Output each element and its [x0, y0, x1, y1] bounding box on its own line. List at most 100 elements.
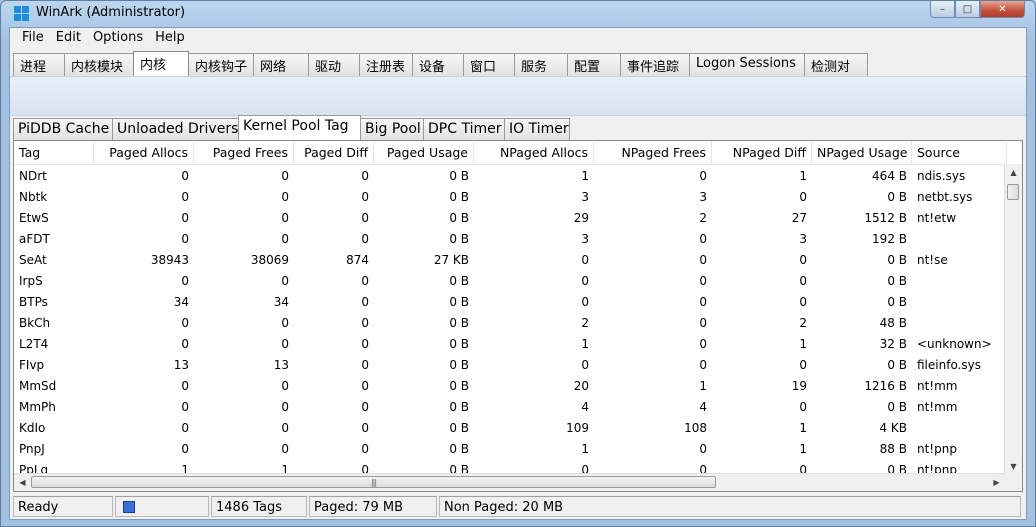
table-row[interactable]: EtwS 0 0 0 0 B 29 2 27 1512 B nt!etw [14, 207, 1007, 228]
main-tab-7[interactable]: 设备 [412, 53, 464, 76]
sub-tab-unloaded-drivers[interactable]: Unloaded Drivers [112, 118, 239, 140]
cell-paged-frees: 0 [281, 442, 289, 456]
table-row[interactable]: KdIo 0 0 0 0 B 109 108 1 4 KB [14, 417, 1007, 438]
cell-npaged-allocs: 109 [566, 421, 589, 435]
main-tab-1[interactable]: 内核模块 [64, 53, 134, 76]
vertical-scrollbar[interactable]: ▲ ▼ [1004, 164, 1022, 475]
sub-tab-kernel-pool-tag[interactable]: Kernel Pool Tag [238, 115, 361, 140]
main-tab-4[interactable]: 网络 [253, 53, 309, 76]
main-tab-12[interactable]: Logon Sessions [689, 53, 805, 76]
column-header-npaged-usage[interactable]: NPaged Usage [812, 141, 912, 164]
table-row[interactable]: MmPh 0 0 0 0 B 4 4 0 0 B nt!mm [14, 396, 1007, 417]
main-tab-strip: 进程 内核模块 内核 内核钩子 网络 驱动 注册表 设备 窗口 服务 配置 事件追踪 Logon Ses… [13, 51, 868, 94]
cell-npaged-diff: 1 [799, 421, 807, 435]
pool-tag-list[interactable]: Tag Paged Allocs Paged Frees Paged Diff Page… [13, 140, 1023, 492]
column-header-npaged-allocs[interactable]: NPaged Allocs [474, 141, 594, 164]
table-row[interactable]: SeAt 38943 38069 874 27 KB 0 0 0 0 B nt!se [14, 249, 1007, 270]
cell-paged-allocs: 0 [181, 190, 189, 204]
horizontal-scrollbar[interactable]: ◀ ||| ▶ [14, 473, 1005, 491]
cell-source: <unknown> [917, 337, 992, 351]
main-tab-3[interactable]: 内核钩子 [188, 53, 254, 76]
sub-tab-piddb-cache[interactable]: PiDDB Cache [13, 118, 113, 140]
table-row[interactable]: MmSd 0 0 0 0 B 20 1 19 1216 B nt!mm [14, 375, 1007, 396]
cell-source: nt!mm [917, 400, 958, 414]
menu-options[interactable]: Options [87, 28, 149, 47]
cell-npaged-usage: 48 B [879, 316, 907, 330]
cell-paged-diff: 0 [361, 190, 369, 204]
table-row[interactable]: BkCh 0 0 0 0 B 2 0 2 48 B [14, 312, 1007, 333]
cell-npaged-usage: 464 B [872, 169, 907, 183]
minimize-button[interactable]: – [930, 1, 955, 18]
cell-paged-allocs: 0 [181, 316, 189, 330]
column-header-tag[interactable]: Tag [14, 141, 94, 164]
cell-paged-usage: 0 B [449, 442, 469, 456]
main-tab-0[interactable]: 进程 [13, 53, 65, 76]
cell-npaged-allocs: 1 [581, 169, 589, 183]
main-tab-10[interactable]: 配置 [567, 53, 621, 76]
column-header-npaged-frees[interactable]: NPaged Frees [594, 141, 712, 164]
cell-source: nt!etw [917, 211, 957, 225]
table-row[interactable]: FIvp 13 13 0 0 B 0 0 0 0 B fileinfo.sys [14, 354, 1007, 375]
main-tab-2[interactable]: 内核 [133, 51, 189, 76]
column-header-paged-usage[interactable]: Paged Usage [374, 141, 474, 164]
column-header-npaged-diff[interactable]: NPaged Diff [712, 141, 812, 164]
table-row[interactable]: Nbtk 0 0 0 0 B 3 3 0 0 B netbt.sys [14, 186, 1007, 207]
table-row[interactable]: aFDT 0 0 0 0 B 3 0 3 192 B [14, 228, 1007, 249]
cell-npaged-usage: 0 B [887, 190, 907, 204]
scroll-down-arrow-icon[interactable]: ▼ [1005, 458, 1022, 475]
cell-npaged-diff: 3 [799, 232, 807, 246]
cell-tag: KdIo [19, 421, 46, 435]
cell-tag: SeAt [19, 253, 47, 267]
cell-paged-diff: 0 [361, 421, 369, 435]
scroll-right-arrow-icon[interactable]: ▶ [988, 474, 1005, 491]
sub-tab-io-timer[interactable]: IO Timer [504, 118, 570, 140]
close-button[interactable]: ✕ [980, 1, 1025, 18]
cell-npaged-allocs: 1 [581, 442, 589, 456]
horizontal-scroll-thumb[interactable]: ||| [31, 476, 716, 488]
cell-paged-allocs: 0 [181, 169, 189, 183]
sub-tab-big-pool[interactable]: Big Pool [360, 118, 424, 140]
cell-paged-usage: 0 B [449, 358, 469, 372]
menu-file[interactable]: File [16, 28, 50, 47]
cell-npaged-frees: 3 [699, 190, 707, 204]
cell-tag: NDrt [19, 169, 47, 183]
main-tab-6[interactable]: 注册表 [359, 53, 413, 76]
cell-paged-allocs: 0 [181, 379, 189, 393]
maximize-icon: □ [962, 3, 973, 15]
main-tab-8[interactable]: 窗口 [463, 53, 515, 76]
vertical-scroll-thumb[interactable] [1007, 184, 1019, 200]
status-tag-count: 1486 Tags [211, 496, 307, 517]
cell-npaged-frees: 2 [699, 211, 707, 225]
status-ready: Ready [13, 496, 113, 517]
cell-paged-allocs: 0 [181, 274, 189, 288]
sub-tab-dpc-timer[interactable]: DPC Timer [423, 118, 505, 140]
cell-paged-usage: 0 B [449, 421, 469, 435]
cell-paged-allocs: 0 [181, 442, 189, 456]
main-tab-9[interactable]: 服务 [514, 53, 568, 76]
column-header-paged-frees[interactable]: Paged Frees [194, 141, 294, 164]
cell-paged-usage: 0 B [449, 295, 469, 309]
menu-edit[interactable]: Edit [50, 28, 87, 47]
main-tab-5[interactable]: 驱动 [308, 53, 360, 76]
menu-bar: File Edit Options Help [10, 28, 1026, 47]
menu-help[interactable]: Help [149, 28, 191, 47]
status-bar: Ready 1486 Tags Paged: 79 MB Non Paged: … [13, 496, 1023, 518]
table-row[interactable]: IrpS 0 0 0 0 B 0 0 0 0 B [14, 270, 1007, 291]
scroll-left-arrow-icon[interactable]: ◀ [14, 474, 31, 491]
cell-npaged-allocs: 20 [573, 379, 589, 393]
maximize-button[interactable]: □ [955, 1, 980, 18]
cell-npaged-frees: 108 [684, 421, 707, 435]
cell-paged-frees: 0 [281, 274, 289, 288]
column-header-source[interactable]: Source [912, 141, 1007, 164]
main-tab-11[interactable]: 事件追踪 [620, 53, 690, 76]
column-header-paged-allocs[interactable]: Paged Allocs [94, 141, 194, 164]
cell-paged-frees: 0 [281, 211, 289, 225]
scroll-up-arrow-icon[interactable]: ▲ [1005, 164, 1022, 181]
table-row[interactable]: BTPs 34 34 0 0 B 0 0 0 0 B [14, 291, 1007, 312]
table-row[interactable]: PnpJ 0 0 0 0 B 1 0 1 88 B nt!pnp [14, 438, 1007, 459]
column-header-paged-diff[interactable]: Paged Diff [294, 141, 374, 164]
title-bar[interactable]: WinArk (Administrator) – □ ✕ [1, 1, 1035, 27]
table-row[interactable]: NDrt 0 0 0 0 B 1 0 1 464 B ndis.sys [14, 165, 1007, 186]
table-row[interactable]: L2T4 0 0 0 0 B 1 0 1 32 B <unknown> [14, 333, 1007, 354]
main-tab-13[interactable]: 检测对抗 [804, 53, 868, 94]
